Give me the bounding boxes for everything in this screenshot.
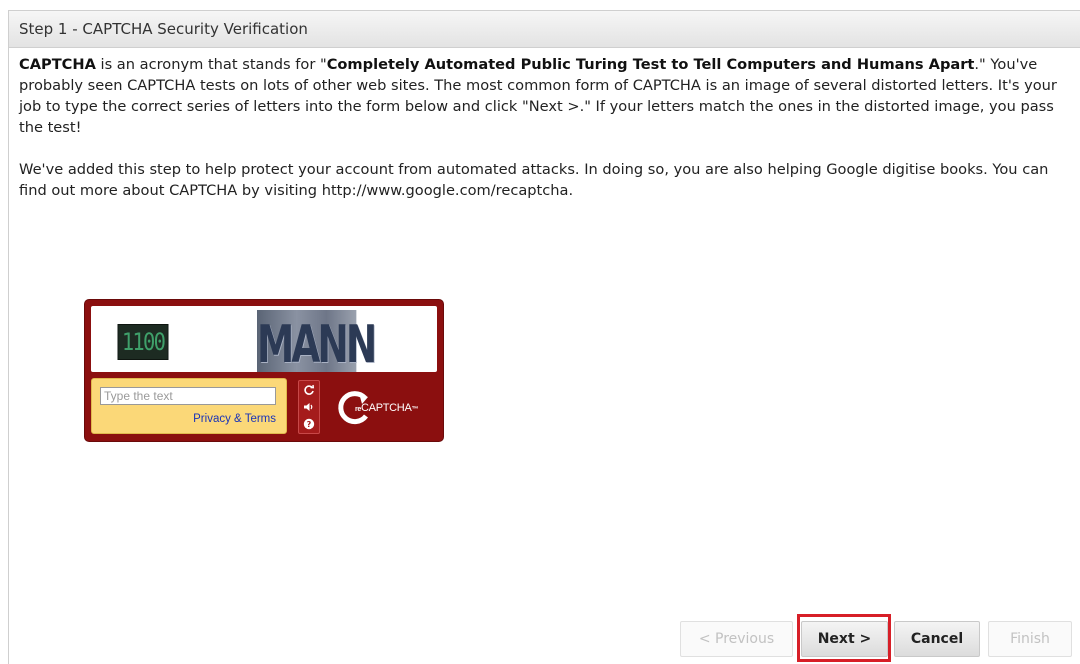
captcha-expansion: Completely Automated Public Turing Test … (326, 56, 975, 73)
help-button[interactable]: ? (299, 415, 319, 432)
captcha-response-input[interactable] (100, 387, 276, 405)
recaptcha-widget: 1100 MANN Privacy & Terms ? (85, 300, 443, 441)
intro-paragraph-1: CAPTCHA is an acronym that stands for "C… (19, 54, 1070, 138)
finish-button[interactable]: Finish (988, 621, 1072, 657)
captcha-input-area: Privacy & Terms (91, 378, 287, 434)
captcha-image: 1100 MANN (91, 306, 437, 372)
cancel-button[interactable]: Cancel (894, 621, 980, 657)
captcha-controls: ? (298, 380, 320, 434)
recaptcha-logo: reCAPTCHA™ (335, 388, 418, 428)
logo-tm: ™ (411, 406, 419, 413)
step-title: Step 1 - CAPTCHA Security Verification (19, 20, 308, 38)
intro-text: CAPTCHA is an acronym that stands for "C… (9, 48, 1080, 201)
intro-text-segment: is an acronym that stands for " (95, 56, 327, 73)
refresh-icon (304, 384, 315, 395)
intro-paragraph-2: We've added this step to help protect yo… (19, 161, 1049, 199)
svg-text:?: ? (307, 420, 312, 429)
privacy-terms-link[interactable]: Privacy & Terms (193, 413, 276, 425)
captcha-word-2: MANN (257, 310, 377, 372)
help-icon: ? (303, 418, 315, 429)
logo-text: CAPTCHA (361, 402, 412, 414)
previous-button[interactable]: < Previous (680, 621, 793, 657)
captcha-term: CAPTCHA (19, 56, 96, 73)
recaptcha-wordmark: reCAPTCHA™ (355, 402, 418, 414)
refresh-button[interactable] (299, 381, 319, 398)
next-button-highlight (797, 614, 891, 662)
step-header: Step 1 - CAPTCHA Security Verification (9, 11, 1080, 48)
captcha-word-1: 1100 (117, 324, 169, 360)
speaker-icon (304, 402, 313, 411)
audio-button[interactable] (299, 398, 319, 415)
